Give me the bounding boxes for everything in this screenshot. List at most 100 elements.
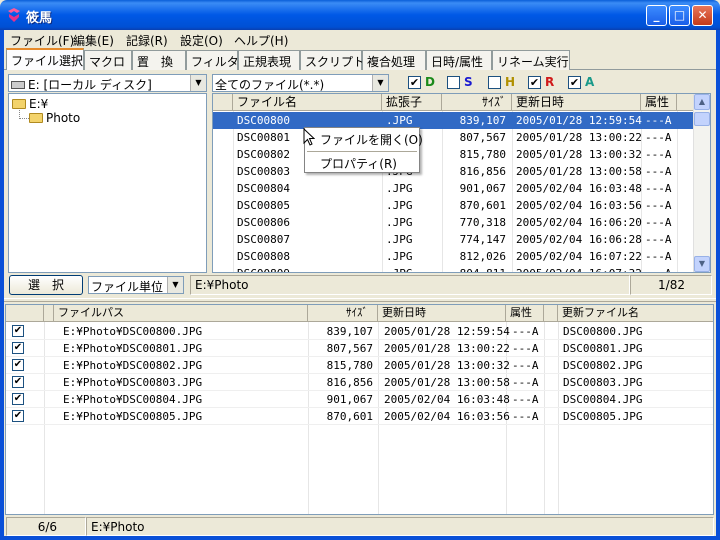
drive-select[interactable]: E: [ローカル ディスク] ▼ (8, 74, 207, 92)
size-cell: 816,856 (459, 165, 506, 178)
attr-cell: ---A (512, 376, 539, 389)
checkbox-h[interactable] (488, 76, 501, 89)
column-header-filepath[interactable]: ファイルパス (54, 305, 308, 322)
drive-icon (11, 81, 25, 89)
minimize-button[interactable]: _ (646, 5, 667, 26)
file-row[interactable]: DSC00800 .JPG 839,107 2005/01/28 12:59:54 --… (213, 112, 695, 129)
column-header-blank[interactable] (213, 94, 233, 111)
label-r: R (545, 75, 555, 89)
file-row[interactable]: DSC00807 .JPG 774,147 2005/02/04 16:06:28 --… (213, 231, 695, 248)
pane-splitter[interactable] (4, 298, 716, 302)
menu-file[interactable]: ファイル(F) (10, 32, 74, 49)
file-row[interactable]: DSC00802.JPG815,7802005/01/28 13:00:32--… (213, 146, 695, 163)
size-cell: 901,067 (326, 393, 373, 406)
ext-cell: .JPG (386, 182, 413, 195)
file-row[interactable]: DSC00809 .JPG 804,811 2005/02/04 16:07:32--… (213, 265, 695, 272)
tab-replace[interactable]: 置 換 (132, 50, 186, 70)
scroll-thumb[interactable] (694, 112, 710, 126)
result-row[interactable]: ✔ E:¥Photo¥DSC00803.JPG 816,856 2005/01/28 … (6, 374, 713, 391)
filepath-cell: E:¥Photo¥DSC00801.JPG (63, 342, 203, 355)
row-checkbox[interactable]: ✔ (12, 393, 24, 405)
chevron-down-icon[interactable]: ▼ (190, 75, 206, 91)
file-list-scrollbar[interactable]: ▲ ▼ (693, 94, 710, 272)
tab-file-select[interactable]: ファイル選択 (6, 48, 84, 70)
chevron-down-icon[interactable]: ▼ (167, 277, 183, 293)
file-name-cell: DSC00803 (237, 165, 290, 178)
modified-cell: 2005/01/28 13:00:32 (384, 359, 510, 372)
modified-cell: 2005/01/28 12:59:54 (384, 325, 510, 338)
checkbox-d[interactable]: ✔ (408, 76, 421, 89)
maximize-button[interactable]: □ (669, 5, 690, 26)
column-header-size[interactable]: ｻｲｽﾞ (308, 305, 378, 322)
menu-edit[interactable]: 編集(E) (73, 32, 114, 49)
mouse-cursor-icon (303, 128, 315, 146)
check-icon: ✔ (569, 76, 580, 89)
row-checkbox[interactable]: ✔ (12, 410, 24, 422)
tab-datetime-attr[interactable]: 日時/属性 (426, 50, 492, 70)
close-button[interactable]: ✕ (692, 5, 713, 26)
checkbox-a[interactable]: ✔ (568, 76, 581, 89)
tab-filter[interactable]: フィルタ (186, 50, 239, 70)
result-row[interactable]: ✔ E:¥Photo¥DSC00802.JPG 815,780 2005/01/28 … (6, 357, 713, 374)
context-menu-open-file[interactable]: ファイルを開く(O) (320, 131, 423, 148)
scroll-up-icon[interactable]: ▲ (694, 94, 710, 110)
result-row[interactable]: ✔ E:¥Photo¥DSC00800.JPG 839,107 2005/01/28 … (6, 323, 713, 340)
column-header-modified[interactable]: 更新日時 (378, 305, 506, 322)
drive-select-value: E: [ローカル ディスク] (28, 78, 152, 92)
column-header-ext[interactable]: 拡張子 (382, 94, 442, 111)
folder-tree[interactable]: E:¥ Photo (8, 93, 207, 273)
file-filter-select[interactable]: 全てのファイル(*.*) ▼ (212, 74, 389, 92)
row-checkbox[interactable]: ✔ (12, 342, 24, 354)
checkbox-s[interactable] (447, 76, 460, 89)
column-header-attr[interactable]: 属性 (641, 94, 677, 111)
status-bar: 6/6 E:¥Photo (4, 517, 716, 536)
tab-rename-exec[interactable]: リネーム実行 (492, 50, 570, 70)
tab-compound[interactable]: 複合処理 (362, 50, 426, 70)
attr-cell: ---A (645, 165, 672, 178)
tree-item-photo[interactable]: Photo (29, 111, 80, 125)
menu-help[interactable]: ヘルプ(H) (234, 32, 288, 49)
file-list[interactable]: ファイル名 拡張子 ｻｲｽﾞ 更新日時 属性 DSC00800 .JPG 839,1… (212, 93, 711, 273)
modified-cell: 2005/02/04 16:03:56 (516, 199, 642, 212)
column-header-attr[interactable]: 属性 (506, 305, 544, 322)
column-header-filename[interactable]: ファイル名 (233, 94, 382, 111)
file-name-cell: DSC00804 (237, 182, 290, 195)
tree-item-drive[interactable]: E:¥ (12, 97, 48, 111)
result-row[interactable]: ✔ E:¥Photo¥DSC00804.JPG 901,067 2005/02/04 … (6, 391, 713, 408)
context-menu-properties[interactable]: プロパティ(R) (320, 155, 397, 172)
file-row[interactable]: DSC00801.JPG807,5672005/01/28 13:00:22--… (213, 129, 695, 146)
file-row[interactable]: DSC00808 .JPG 812,026 2005/02/04 16:07:22 --… (213, 248, 695, 265)
unit-select[interactable]: ファイル単位 ▼ (88, 276, 184, 294)
tab-script[interactable]: スクリプト (300, 50, 365, 70)
column-header-modified[interactable]: 更新日時 (512, 94, 641, 111)
tab-regex[interactable]: 正規表現 (238, 50, 300, 70)
result-list[interactable]: ファイルパス ｻｲｽﾞ 更新日時 属性 更新ファイル名 ✔ E:¥Photo¥DS… (5, 304, 714, 515)
menu-record[interactable]: 記録(R) (126, 32, 168, 49)
checkbox-r[interactable]: ✔ (528, 76, 541, 89)
column-header-new-name[interactable]: 更新ファイル名 (558, 305, 713, 322)
tab-macro[interactable]: マクロ (84, 50, 132, 70)
menu-settings[interactable]: 設定(O) (180, 32, 223, 49)
column-header-size[interactable]: ｻｲｽﾞ (442, 94, 512, 111)
column-header-check[interactable] (6, 305, 44, 322)
filepath-cell: E:¥Photo¥DSC00803.JPG (63, 376, 203, 389)
result-row[interactable]: ✔ E:¥Photo¥DSC00805.JPG 870,601 2005/02/04 … (6, 408, 713, 425)
scroll-down-icon[interactable]: ▼ (694, 256, 710, 272)
file-row[interactable]: DSC00806 .JPG 770,318 2005/02/04 16:06:20 --… (213, 214, 695, 231)
window-frame-bottom (0, 536, 720, 540)
modified-cell: 2005/01/28 13:00:22 (384, 342, 510, 355)
size-cell: 815,780 (326, 359, 373, 372)
file-row[interactable]: DSC00804 .JPG 901,067 2005/02/04 16:03:48 --… (213, 180, 695, 197)
file-row[interactable]: DSC00803.JPG816,8562005/01/28 13:00:58--… (213, 163, 695, 180)
label-a: A (585, 75, 595, 89)
row-checkbox[interactable]: ✔ (12, 359, 24, 371)
attr-cell: ---A (645, 267, 672, 272)
title-bar[interactable]: 筱馬 _ □ ✕ (0, 0, 720, 30)
file-name-cell: DSC00806 (237, 216, 290, 229)
row-checkbox[interactable]: ✔ (12, 325, 24, 337)
chevron-down-icon[interactable]: ▼ (372, 75, 388, 91)
file-row[interactable]: DSC00805 .JPG 870,601 2005/02/04 16:03:56 --… (213, 197, 695, 214)
result-row[interactable]: ✔ E:¥Photo¥DSC00801.JPG 807,567 2005/01/28 … (6, 340, 713, 357)
row-checkbox[interactable]: ✔ (12, 376, 24, 388)
select-button[interactable]: 選 択 (9, 275, 83, 295)
